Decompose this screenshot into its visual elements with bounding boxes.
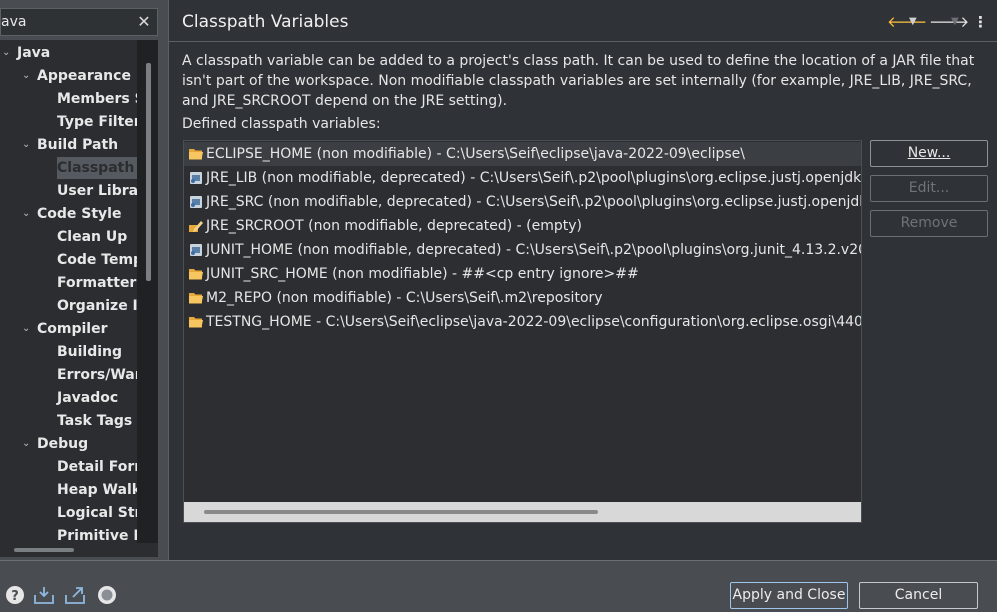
back-arrow-icon[interactable]: 🡐: [887, 13, 927, 31]
variable-label: ECLIPSE_HOME (non modifiable) - C:\Users…: [206, 146, 746, 162]
folder-icon: [189, 317, 203, 328]
tree-horizontal-scroll-thumb[interactable]: [14, 548, 74, 552]
tree-item-debug[interactable]: Debug: [37, 433, 88, 455]
tree-item-clean-up[interactable]: Clean Up: [57, 226, 127, 248]
list-item-junit-src-home[interactable]: JUNIT_SRC_HOME (non modifiable) - ##<cp …: [184, 262, 861, 286]
tree-item-logical-structures[interactable]: Logical Structures: [57, 502, 137, 524]
clear-filter-icon[interactable]: ✕: [134, 11, 154, 33]
tree-item-classpath-variables[interactable]: Classpath Variables: [57, 157, 137, 179]
variable-label: JRE_SRCROOT (non modifiable, deprecated)…: [206, 218, 583, 234]
list-item-eclipse-home[interactable]: ECLIPSE_HOME (non modifiable) - C:\Users…: [184, 142, 861, 166]
jar-icon: [190, 172, 202, 184]
variable-label: TESTNG_HOME - C:\Users\Seif\eclipse\java…: [206, 314, 862, 330]
list-item-jre-srcroot[interactable]: JRE_SRCROOT (non modifiable, deprecated)…: [184, 214, 861, 238]
view-menu-icon[interactable]: ⋮: [973, 13, 988, 31]
jar-icon: [190, 196, 202, 208]
tree-item-members-sort-order[interactable]: Members Sort Order: [57, 88, 137, 110]
list-horizontal-scrollbar[interactable]: [184, 502, 861, 522]
page-title: Classpath Variables: [182, 12, 349, 32]
tree-item-formatter[interactable]: Formatter: [57, 272, 136, 294]
forward-arrow-icon[interactable]: 🡒: [929, 13, 969, 31]
edit-button[interactable]: Edit...: [870, 175, 988, 202]
tree-item-code-templates[interactable]: Code Templates: [57, 249, 137, 271]
collapse-arrow-icon[interactable]: ⌄: [2, 42, 14, 64]
tree-item-organize-imports[interactable]: Organize Imports: [57, 295, 137, 317]
tree-item-user-libraries[interactable]: User Libraries: [57, 180, 137, 202]
folder-icon: [189, 293, 203, 304]
filter-input[interactable]: [1, 9, 133, 35]
remove-button[interactable]: Remove: [870, 210, 988, 237]
list-item-jre-src[interactable]: JRE_SRC (non modifiable, deprecated) - C…: [184, 190, 862, 214]
collapse-arrow-icon[interactable]: ⌄: [22, 134, 34, 156]
cancel-button[interactable]: Cancel: [859, 582, 978, 609]
footer-divider: [0, 560, 997, 561]
list-item-junit-home[interactable]: JUNIT_HOME (non modifiable, deprecated) …: [184, 238, 862, 262]
filter-box: ✕: [0, 8, 158, 36]
tree-item-building[interactable]: Building: [57, 341, 122, 363]
help-icon[interactable]: ?: [4, 584, 26, 606]
jar-icon: [190, 244, 202, 256]
variable-label: JRE_LIB (non modifiable, deprecated) - C…: [206, 170, 862, 186]
svg-text:?: ?: [11, 589, 19, 604]
variable-label: JRE_SRC (non modifiable, deprecated) - C…: [206, 194, 862, 210]
back-dropdown-icon[interactable]: ▼: [909, 13, 917, 31]
variable-label: JUNIT_SRC_HOME (non modifiable) - ##<cp …: [206, 266, 639, 282]
export-preferences-icon[interactable]: [64, 584, 86, 606]
classpath-variables-list: ECLIPSE_HOME (non modifiable) - C:\Users…: [183, 140, 862, 523]
forward-dropdown-icon[interactable]: ▼: [951, 13, 959, 31]
list-item-m2-repo[interactable]: M2_REPO (non modifiable) - C:\Users\Seif…: [184, 286, 861, 310]
tree-item-primitive-display-options[interactable]: Primitive Display Options: [57, 525, 137, 543]
folder-icon: [189, 269, 203, 280]
new-button[interactable]: New...: [870, 140, 988, 167]
tree-item-type-filters[interactable]: Type Filters: [57, 111, 137, 133]
tree-item-detail-formatters[interactable]: Detail Formatters: [57, 456, 137, 478]
tree-item-java[interactable]: Java: [17, 42, 50, 64]
list-horizontal-scroll-thumb[interactable]: [204, 510, 598, 514]
tree-item-task-tags[interactable]: Task Tags: [57, 410, 132, 432]
tree-item-build-path[interactable]: Build Path: [37, 134, 118, 156]
tree-item-javadoc[interactable]: Javadoc: [57, 387, 118, 409]
folder-icon: [189, 149, 203, 160]
list-item-testng-home[interactable]: TESTNG_HOME - C:\Users\Seif\eclipse\java…: [184, 310, 862, 334]
title-divider: [169, 41, 997, 42]
collapse-arrow-icon[interactable]: ⌄: [22, 318, 34, 340]
record-icon[interactable]: [96, 584, 118, 606]
list-item-jre-lib[interactable]: JRE_LIB (non modifiable, deprecated) - C…: [184, 166, 862, 190]
import-preferences-icon[interactable]: [33, 584, 55, 606]
variable-label: JUNIT_HOME (non modifiable, deprecated) …: [206, 242, 862, 258]
tree-item-appearance[interactable]: Appearance: [37, 65, 131, 87]
tree-item-errors-warnings[interactable]: Errors/Warnings: [57, 364, 137, 386]
panel-divider[interactable]: [158, 0, 168, 560]
preference-tree: ⌄ Java ⌄ Appearance Members Sort Order T…: [0, 40, 137, 543]
tree-item-code-style[interactable]: Code Style: [37, 203, 121, 225]
variables-list-label: Defined classpath variables:: [182, 116, 381, 132]
apply-and-close-button[interactable]: Apply and Close: [730, 582, 848, 609]
variable-label: M2_REPO (non modifiable) - C:\Users\Seif…: [206, 290, 603, 306]
collapse-arrow-icon[interactable]: ⌄: [22, 203, 34, 225]
tree-item-heap-walking[interactable]: Heap Walking: [57, 479, 137, 501]
preference-page: Classpath Variables 🡐 ▼ 🡒 ▼ ⋮ A classpat…: [168, 0, 997, 560]
collapse-arrow-icon[interactable]: ⌄: [22, 433, 34, 455]
page-description: A classpath variable can be added to a p…: [182, 53, 975, 109]
pencil-icon: [189, 221, 203, 232]
new-button-label: New...: [907, 145, 951, 161]
tree-vertical-scroll-thumb[interactable]: [146, 63, 151, 281]
collapse-arrow-icon[interactable]: ⌄: [22, 65, 34, 87]
tree-item-compiler[interactable]: Compiler: [37, 318, 108, 340]
